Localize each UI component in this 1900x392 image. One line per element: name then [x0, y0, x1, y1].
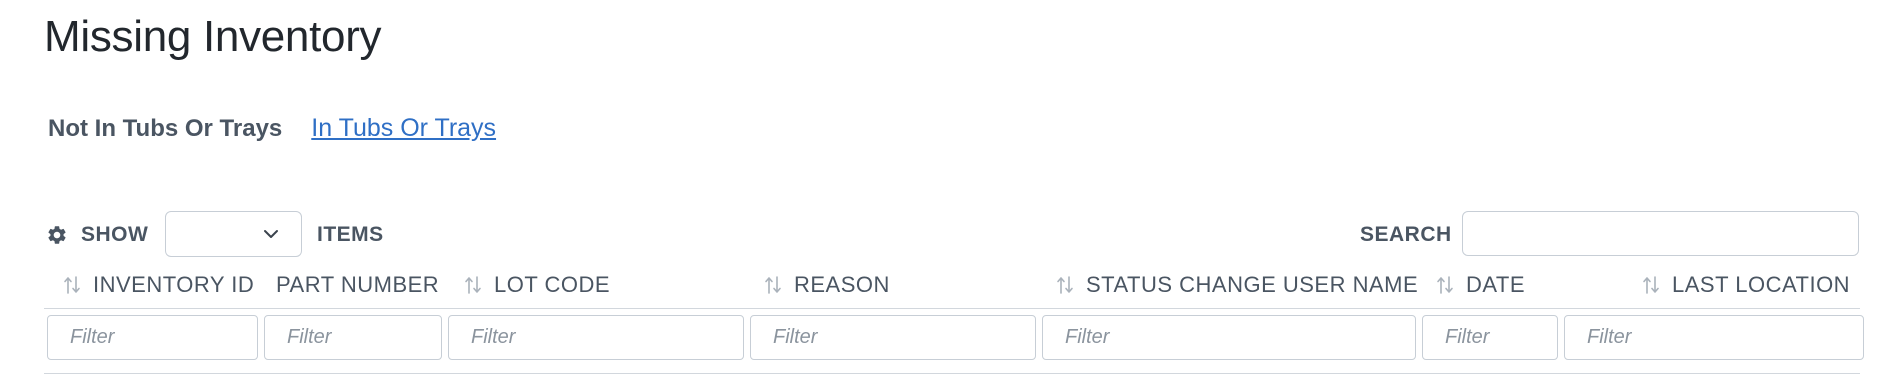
table-toolbar: SHOW ITEMS SEARCH	[44, 211, 1860, 261]
search-label: SEARCH	[1360, 223, 1452, 246]
filter-inventory-id[interactable]	[47, 315, 258, 360]
items-label: ITEMS	[317, 223, 384, 246]
show-label: SHOW	[81, 223, 149, 246]
column-label: DATE	[1466, 272, 1526, 297]
column-header-last-location[interactable]: LAST LOCATION	[1642, 261, 1850, 309]
page-title: Missing Inventory	[44, 12, 382, 61]
sort-icon	[1437, 276, 1453, 294]
filter-part-number[interactable]	[264, 315, 442, 360]
filter-status-change-user-name[interactable]	[1042, 315, 1416, 360]
column-label: STATUS CHANGE USER NAME	[1086, 272, 1419, 297]
column-label: LOT CODE	[494, 272, 611, 297]
table-divider	[44, 373, 1860, 374]
page: Missing Inventory Not In Tubs Or Trays I…	[0, 0, 1900, 392]
filter-lot-code[interactable]	[448, 315, 744, 360]
column-header-date[interactable]: DATE	[1436, 261, 1525, 309]
column-label: REASON	[794, 272, 890, 297]
column-label: INVENTORY ID	[93, 272, 255, 297]
column-header-lot-code[interactable]: LOT CODE	[464, 261, 610, 309]
column-label: LAST LOCATION	[1672, 272, 1851, 297]
sort-icon	[64, 276, 80, 294]
sort-icon	[1057, 276, 1073, 294]
filter-reason[interactable]	[750, 315, 1036, 360]
view-link-in-tubs-or-trays[interactable]: In Tubs Or Trays	[311, 114, 496, 143]
column-label: PART NUMBER	[276, 272, 440, 297]
column-header-part-number[interactable]: PART NUMBER	[276, 261, 439, 309]
view-switcher: Not In Tubs Or Trays In Tubs Or Trays	[48, 114, 496, 143]
page-size-select[interactable]	[165, 211, 302, 257]
sort-icon	[765, 276, 781, 294]
column-header-inventory-id[interactable]: INVENTORY ID	[63, 261, 254, 309]
table-header: INVENTORY ID PART NUMBER LOT CODE REASON	[44, 261, 1860, 309]
sort-icon	[465, 276, 481, 294]
search-input[interactable]	[1462, 211, 1859, 256]
sort-icon	[1643, 276, 1659, 294]
gear-icon[interactable]	[46, 224, 68, 246]
view-current: Not In Tubs Or Trays	[48, 115, 283, 142]
filter-row	[44, 315, 1864, 360]
filter-last-location[interactable]	[1564, 315, 1864, 360]
column-header-reason[interactable]: REASON	[764, 261, 890, 309]
chevron-down-icon	[264, 230, 278, 238]
column-header-status-change-user-name[interactable]: STATUS CHANGE USER NAME	[1056, 261, 1418, 309]
filter-date[interactable]	[1422, 315, 1558, 360]
